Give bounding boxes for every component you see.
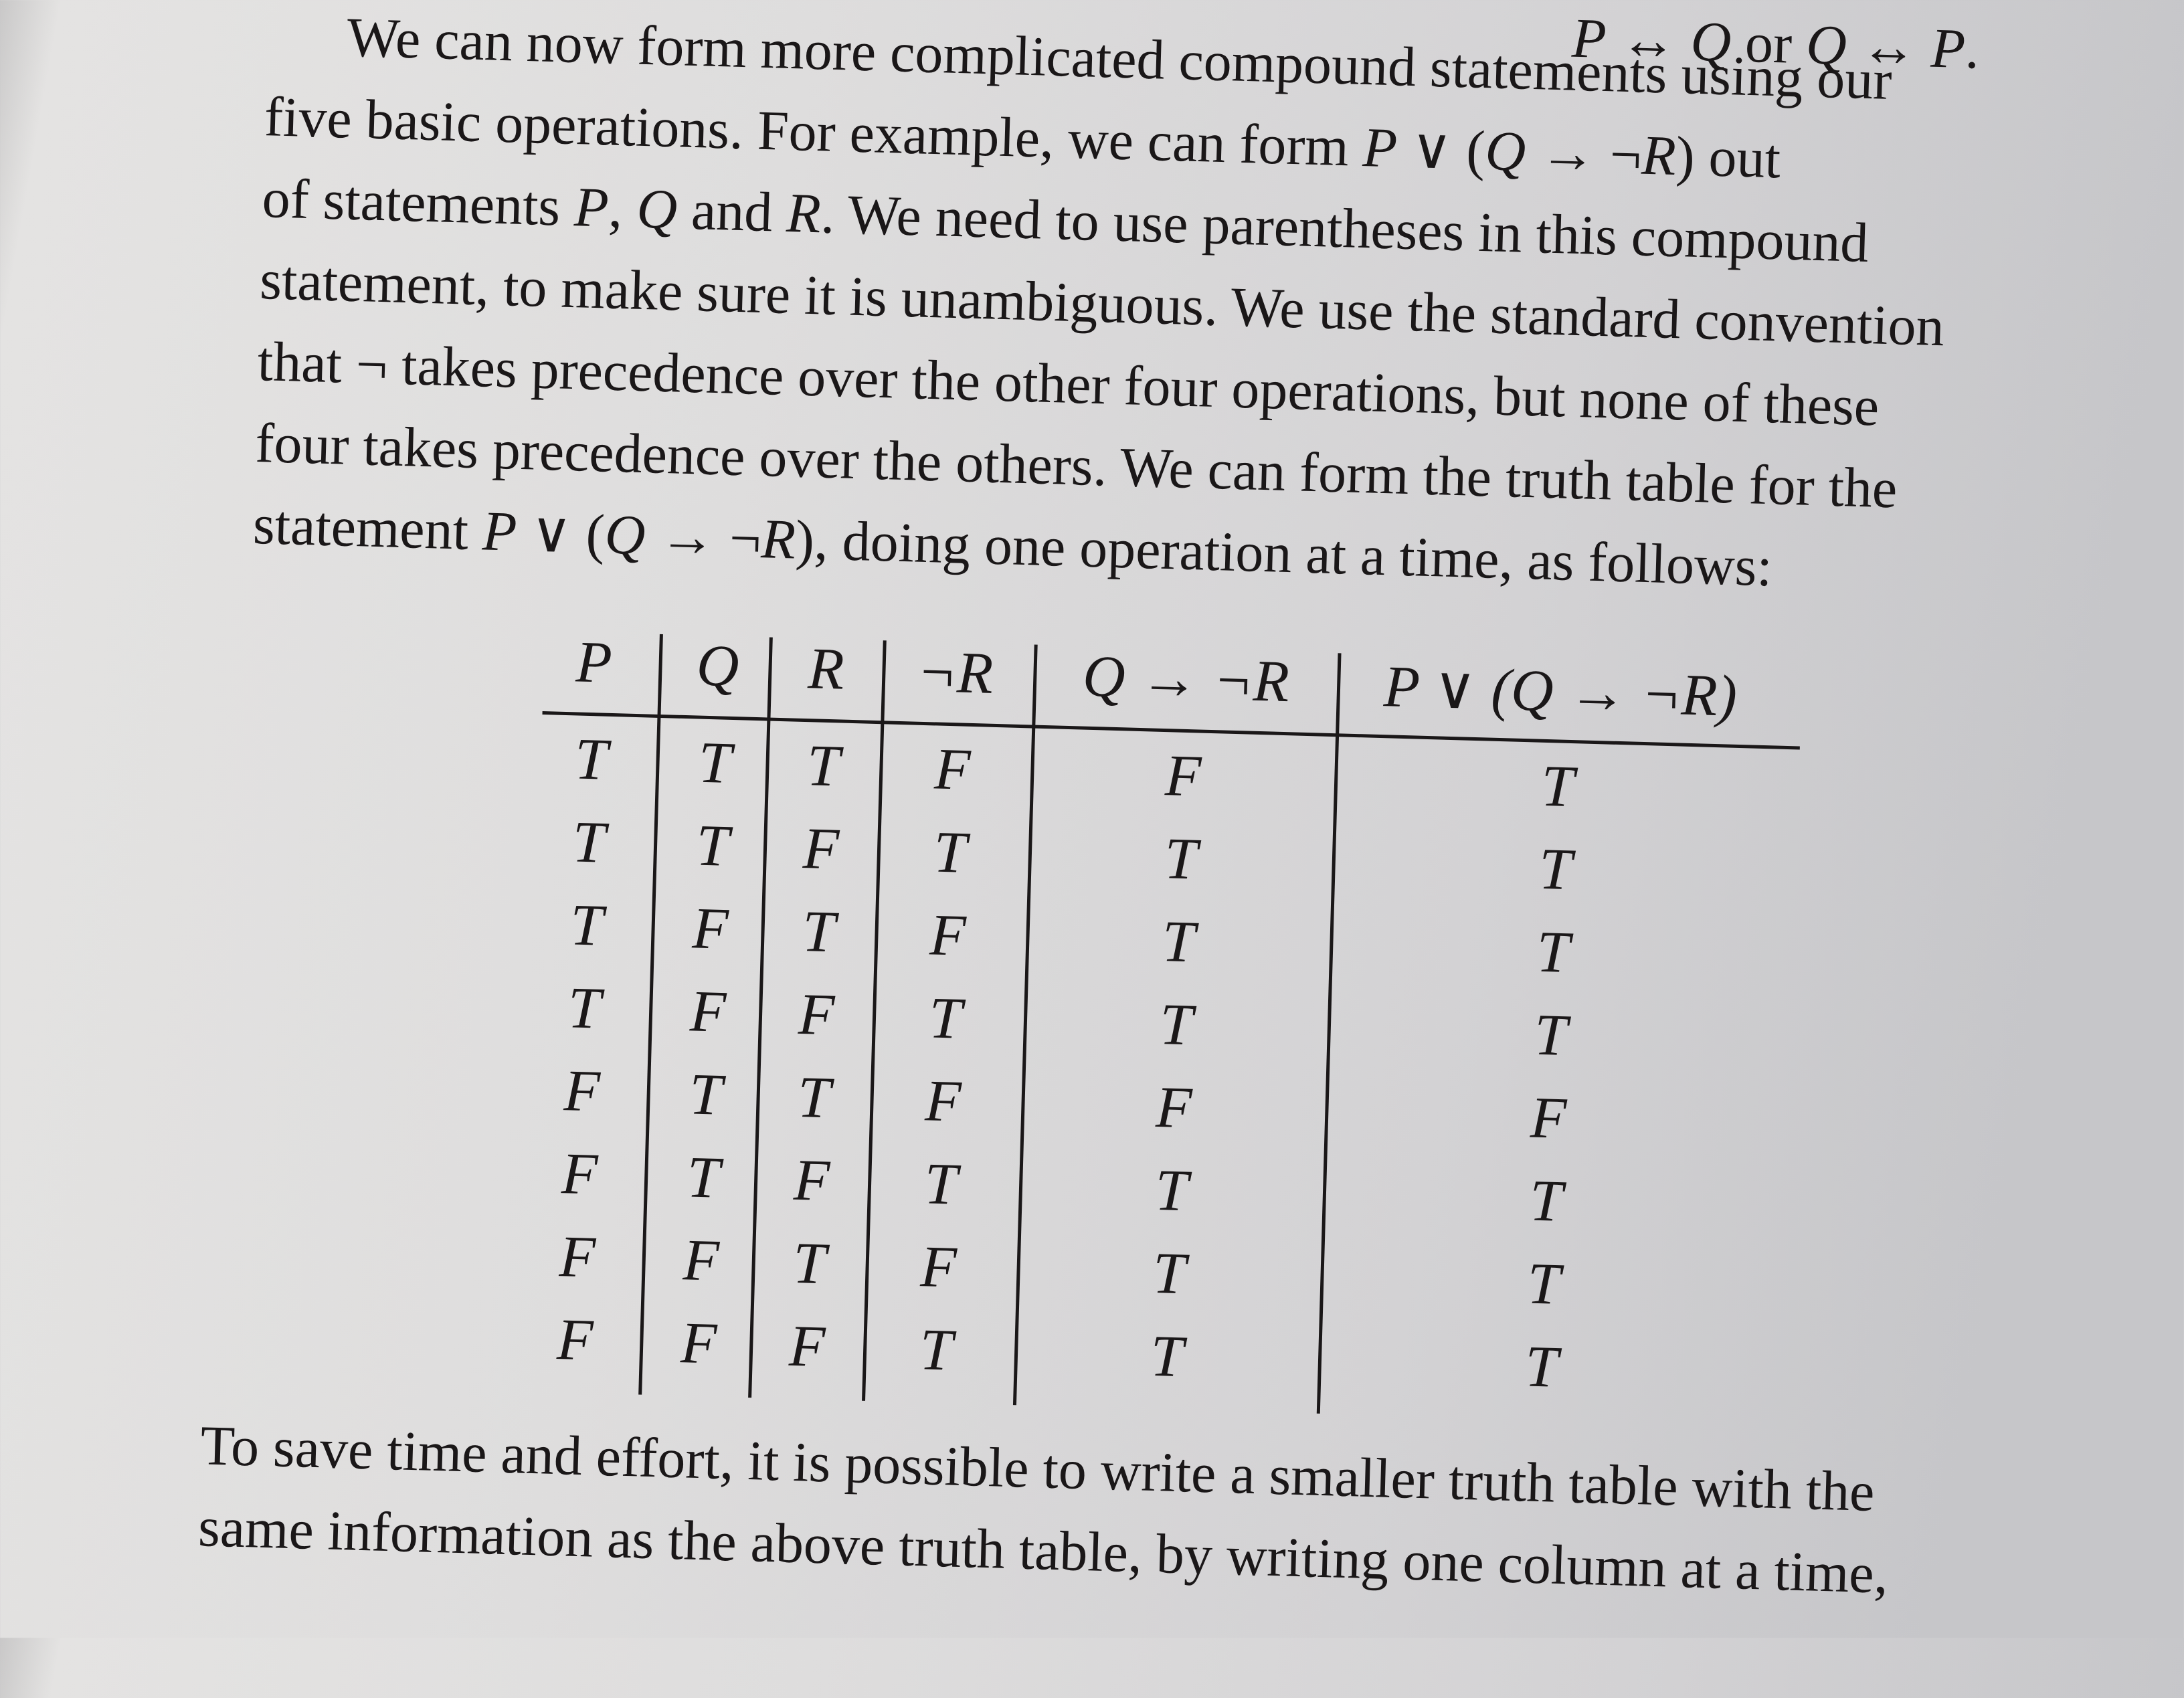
table-cell: T — [688, 1062, 723, 1128]
table-cell: T — [1152, 1240, 1187, 1307]
math-variable: R — [760, 508, 797, 571]
table-header-cell: P ∨ (Q → ¬R) — [1382, 654, 1738, 729]
table-cell: T — [695, 813, 730, 879]
table-cell: F — [689, 979, 727, 1045]
table-cell: T — [1524, 1334, 1559, 1400]
table-cell: T — [1538, 836, 1573, 903]
table-cell: F — [1155, 1074, 1193, 1141]
column-divider — [748, 637, 773, 1398]
table-cell: T — [697, 730, 733, 796]
text-span: . We need to use parentheses in this com… — [820, 183, 1870, 275]
table-cell: T — [923, 1151, 958, 1218]
column-divider — [862, 640, 887, 1401]
table-cell: F — [563, 1058, 602, 1125]
table-cell: F — [556, 1307, 594, 1374]
column-divider — [638, 634, 663, 1395]
text-span: → ¬ — [1524, 120, 1643, 187]
table-cell: F — [682, 1228, 721, 1294]
table-cell: F — [680, 1311, 718, 1377]
table-header-cell: Q — [695, 633, 740, 700]
text-span: ∨ ( — [515, 500, 606, 566]
table-cell: T — [1526, 1251, 1562, 1317]
table-cell: T — [571, 810, 606, 876]
table-cell: T — [1154, 1157, 1189, 1224]
math-variable: P — [573, 176, 610, 240]
text-span: ∨ ( — [1396, 117, 1486, 183]
table-cell: T — [1159, 992, 1194, 1058]
table-cell: F — [1529, 1085, 1568, 1152]
math-variable: R — [786, 181, 822, 246]
math-variable: P — [481, 500, 518, 563]
table-cell: F — [797, 981, 836, 1048]
text-line: statement P ∨ (Q → ¬R), doing one operat… — [252, 493, 1773, 598]
table-cell: T — [792, 1230, 827, 1297]
column-divider — [1316, 653, 1342, 1414]
table-cell: T — [1161, 909, 1196, 975]
table-cell: F — [933, 737, 972, 803]
math-variable: P — [1362, 116, 1398, 180]
math-variable: P — [1930, 17, 1967, 81]
text-line: five basic operations. For example, we c… — [263, 86, 1782, 191]
table-cell: F — [802, 816, 840, 882]
math-variable: Q — [604, 503, 646, 567]
text-span: and — [676, 179, 788, 244]
table-cell: T — [1533, 1002, 1568, 1068]
table-cell: T — [569, 892, 604, 959]
book-page: P ↔ Q or Q ↔ P. We can now form more com… — [0, 0, 2183, 1698]
table-cell: F — [924, 1068, 962, 1135]
table-cell: F — [558, 1224, 597, 1291]
table-cell: T — [1164, 826, 1198, 892]
text-span: . — [1964, 18, 1981, 81]
table-cell: F — [929, 903, 967, 969]
math-variable: Q — [1484, 120, 1527, 183]
table-cell: F — [792, 1147, 831, 1214]
table-header-cell: ¬R — [916, 639, 994, 706]
text-span: of statements — [261, 167, 575, 239]
text-span: → ¬ — [644, 504, 762, 571]
math-variable: Q — [636, 177, 678, 242]
table-cell: T — [801, 899, 836, 965]
text-span: statement — [252, 493, 484, 563]
table-cell: T — [928, 985, 963, 1052]
table-cell: T — [567, 975, 602, 1042]
table-cell: T — [686, 1145, 721, 1211]
text-span: ), doing one operation at a time, as fol… — [794, 508, 1774, 599]
table-header-cell: Q → ¬R — [1081, 644, 1290, 715]
table-cell: T — [1536, 919, 1570, 986]
table-cell: T — [1528, 1168, 1564, 1234]
table-cell: T — [1150, 1323, 1184, 1390]
table-cell: T — [573, 727, 609, 793]
column-divider — [1012, 644, 1038, 1406]
table-cell: T — [919, 1317, 954, 1384]
table-header-cell: P — [575, 630, 613, 696]
table-cell: T — [796, 1064, 832, 1131]
table-cell: F — [1164, 743, 1202, 810]
table-header-cell: R — [807, 636, 845, 702]
table-cell: F — [691, 896, 729, 962]
text-span: five basic operations. For example, we c… — [263, 86, 1364, 179]
table-cell: F — [561, 1141, 599, 1208]
table-cell: T — [1540, 753, 1575, 820]
table-cell: F — [788, 1313, 826, 1380]
table-cell: F — [919, 1234, 958, 1301]
text-span: , — [608, 177, 638, 240]
text-span: ) out — [1675, 125, 1782, 191]
math-variable: R — [1641, 124, 1677, 188]
table-cell: T — [806, 733, 841, 799]
table-cell: T — [933, 820, 968, 886]
